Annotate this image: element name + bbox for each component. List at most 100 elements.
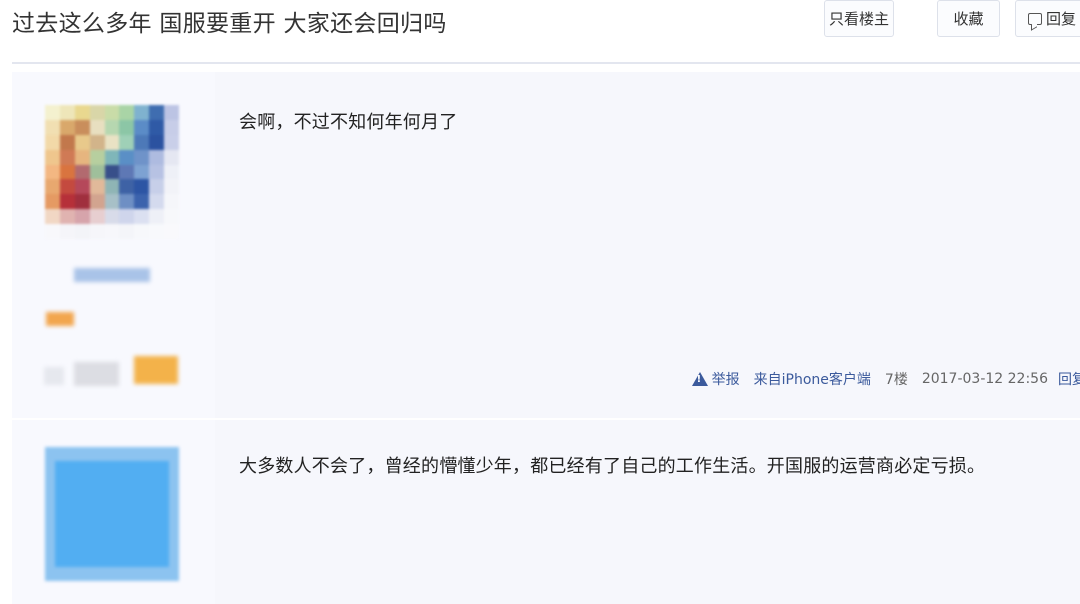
user-level-blurred bbox=[44, 367, 64, 385]
avatar-pixel bbox=[119, 224, 135, 239]
avatar-pixel bbox=[59, 224, 75, 239]
post-next: 大多数人不会了，曾经的懵懂少年，都已经有了自己的工作生活。开国服的运营商必定亏损… bbox=[12, 420, 1080, 604]
avatar-pixel bbox=[104, 134, 120, 150]
post-timestamp: 2017-03-12 22:56 bbox=[921, 371, 1048, 387]
avatar-pixel bbox=[164, 164, 179, 180]
thread-title: 过去这么多年 国服要重开 大家还会回归吗 bbox=[12, 11, 447, 37]
client-source-link[interactable]: 来自iPhone客户端 bbox=[754, 369, 871, 389]
avatar-pixel bbox=[74, 105, 90, 120]
post-floor-7: 会啊，不过不知何年何月了 举报 来自iPhone客户端 7楼 2017-03-1… bbox=[12, 72, 1080, 418]
avatar-pixel bbox=[89, 105, 105, 120]
avatar-pixel bbox=[164, 105, 179, 120]
avatar-pixel bbox=[59, 134, 75, 150]
avatar-pixel bbox=[119, 134, 135, 150]
user-medal-blurred bbox=[134, 356, 178, 384]
avatar-pixel bbox=[149, 164, 165, 180]
report-link[interactable]: 举报 bbox=[691, 369, 740, 389]
avatar-pixel bbox=[45, 119, 60, 135]
avatar-pixel bbox=[119, 105, 135, 120]
avatar-pixel bbox=[59, 119, 75, 135]
avatar-pixel bbox=[164, 149, 179, 165]
avatar-pixel bbox=[134, 164, 150, 180]
favorite-button[interactable]: 收藏 bbox=[937, 0, 1000, 37]
avatar-pixel bbox=[164, 179, 179, 195]
avatar-pixel bbox=[149, 224, 165, 239]
post-content-panel: 会啊，不过不知何年何月了 举报 来自iPhone客户端 7楼 2017-03-1… bbox=[215, 72, 1080, 418]
avatar-pixel bbox=[164, 209, 179, 225]
avatar-pixel bbox=[45, 149, 60, 165]
avatar-pixel bbox=[119, 164, 135, 180]
avatar-pixel bbox=[89, 149, 105, 165]
avatar-pixel bbox=[89, 224, 105, 239]
post-content-panel: 大多数人不会了，曾经的懵懂少年，都已经有了自己的工作生活。开国服的运营商必定亏损… bbox=[215, 420, 1080, 604]
avatar-pixel bbox=[149, 149, 165, 165]
reply-button[interactable]: 回复 bbox=[1015, 0, 1080, 37]
post-content: 会啊，不过不知何年何月了 bbox=[239, 112, 458, 133]
avatar-pixel bbox=[89, 179, 105, 195]
avatar-pixel bbox=[104, 149, 120, 165]
avatar-pixel bbox=[134, 149, 150, 165]
avatar-pixel bbox=[45, 164, 60, 180]
avatar-pixel bbox=[104, 179, 120, 195]
avatar-pixel bbox=[104, 224, 120, 239]
author-panel bbox=[12, 72, 212, 418]
warning-triangle-icon bbox=[691, 372, 708, 386]
post-meta: 举报 来自iPhone客户端 7楼 2017-03-12 22:56 回复 bbox=[691, 368, 1080, 390]
post-reply-link[interactable]: 回复 bbox=[1058, 369, 1080, 389]
speech-bubble-icon bbox=[1028, 12, 1042, 25]
only-op-button[interactable]: 只看楼主 bbox=[824, 0, 894, 37]
avatar-pixel bbox=[59, 149, 75, 165]
avatar-pixel bbox=[89, 194, 105, 210]
avatar-pixel bbox=[164, 134, 179, 150]
avatar-pixel bbox=[164, 194, 179, 210]
avatar-pixel bbox=[59, 105, 75, 120]
avatar-pixel bbox=[45, 194, 60, 210]
author-panel bbox=[12, 420, 212, 604]
avatar-pixel bbox=[149, 119, 165, 135]
avatar-pixel bbox=[74, 209, 90, 225]
avatar-pixel bbox=[59, 194, 75, 210]
header-divider bbox=[12, 62, 1080, 64]
avatar-pixel bbox=[59, 179, 75, 195]
avatar-pixel bbox=[74, 134, 90, 150]
avatar-pixel bbox=[74, 164, 90, 180]
thread-header: 过去这么多年 国服要重开 大家还会回归吗 只看楼主 收藏 回复 bbox=[0, 0, 1080, 62]
avatar-pixel bbox=[149, 179, 165, 195]
avatar-pixel bbox=[89, 119, 105, 135]
avatar-pixel bbox=[45, 224, 60, 239]
avatar-pixel bbox=[164, 119, 179, 135]
avatar-pixel bbox=[45, 179, 60, 195]
avatar-pixel bbox=[119, 179, 135, 195]
avatar-pixel bbox=[45, 209, 60, 225]
avatar-pixel bbox=[134, 105, 150, 120]
avatar-pixel bbox=[149, 134, 165, 150]
avatar-pixel bbox=[89, 209, 105, 225]
avatar-pixel bbox=[59, 164, 75, 180]
avatar-pixel bbox=[149, 209, 165, 225]
user-badge-blurred bbox=[46, 312, 74, 326]
avatar-pixel bbox=[119, 149, 135, 165]
username-blurred[interactable] bbox=[74, 268, 150, 282]
avatar-pixel bbox=[89, 164, 105, 180]
avatar-pixel bbox=[134, 179, 150, 195]
avatar[interactable] bbox=[45, 447, 179, 581]
avatar-pixel bbox=[104, 164, 120, 180]
avatar-pixel bbox=[149, 105, 165, 120]
avatar-pixel bbox=[164, 224, 179, 239]
avatar-pixel bbox=[104, 209, 120, 225]
avatar-pixel bbox=[74, 224, 90, 239]
avatar-pixel bbox=[74, 194, 90, 210]
avatar-pixel bbox=[119, 209, 135, 225]
reply-button-label: 回复 bbox=[1046, 10, 1077, 28]
avatar-pixel bbox=[74, 119, 90, 135]
avatar-pixel bbox=[119, 119, 135, 135]
avatar-pixel bbox=[45, 134, 60, 150]
user-level-blurred bbox=[74, 362, 119, 386]
post-content: 大多数人不会了，曾经的懵懂少年，都已经有了自己的工作生活。开国服的运营商必定亏损… bbox=[239, 456, 986, 477]
avatar[interactable] bbox=[45, 105, 179, 239]
avatar-pixel bbox=[134, 209, 150, 225]
avatar-pixel bbox=[74, 149, 90, 165]
avatar-pixel bbox=[104, 105, 120, 120]
avatar-pixel bbox=[45, 105, 60, 120]
report-label: 举报 bbox=[711, 372, 740, 388]
